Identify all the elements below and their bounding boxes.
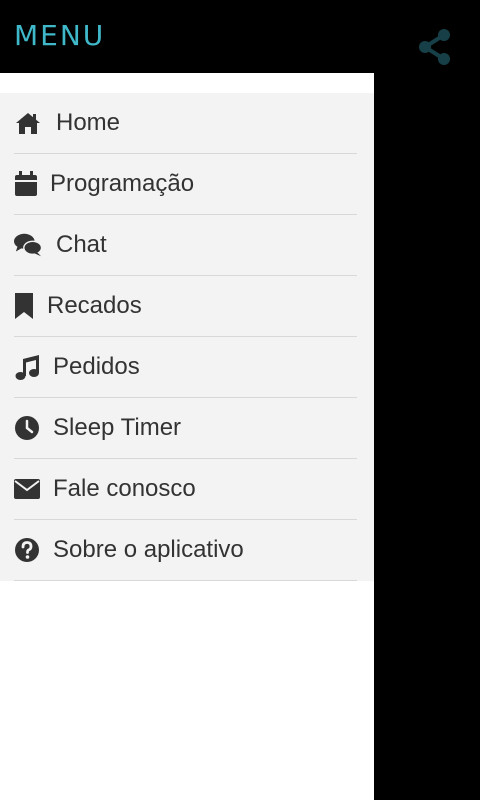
clock-icon [14, 414, 42, 442]
app-header: MENU [0, 0, 480, 73]
navigation-drawer: Home Programação Chat Recados Pedidos Sl… [0, 73, 374, 800]
menu-item-label: Chat [56, 231, 107, 258]
menu-item-sleep-timer[interactable]: Sleep Timer [14, 398, 357, 459]
menu-item-sobre[interactable]: Sobre o aplicativo [14, 520, 357, 581]
menu-item-label: Programação [50, 170, 195, 197]
menu-item-pedidos[interactable]: Pedidos [14, 337, 357, 398]
question-circle-icon [14, 536, 42, 564]
music-note-icon [14, 353, 42, 381]
calendar-icon [14, 170, 42, 198]
home-icon [14, 109, 42, 137]
envelope-icon [14, 475, 42, 503]
menu-item-label: Home [56, 109, 121, 136]
menu-list: Home Programação Chat Recados Pedidos Sl… [0, 93, 374, 581]
chat-icon [14, 231, 42, 259]
menu-item-label: Fale conosco [53, 475, 196, 502]
menu-item-programacao[interactable]: Programação [14, 154, 357, 215]
menu-item-label: Sleep Timer [53, 414, 182, 441]
menu-item-chat[interactable]: Chat [14, 215, 357, 276]
menu-title: MENU [14, 19, 106, 52]
share-icon [418, 28, 452, 66]
menu-item-home[interactable]: Home [14, 93, 357, 154]
menu-item-recados[interactable]: Recados [14, 276, 357, 337]
menu-item-label: Pedidos [53, 353, 140, 380]
menu-item-label: Sobre o aplicativo [53, 536, 244, 563]
menu-item-fale-conosco[interactable]: Fale conosco [14, 459, 357, 520]
menu-item-label: Recados [47, 292, 142, 319]
share-button[interactable] [414, 26, 456, 68]
bookmark-icon [14, 292, 42, 320]
